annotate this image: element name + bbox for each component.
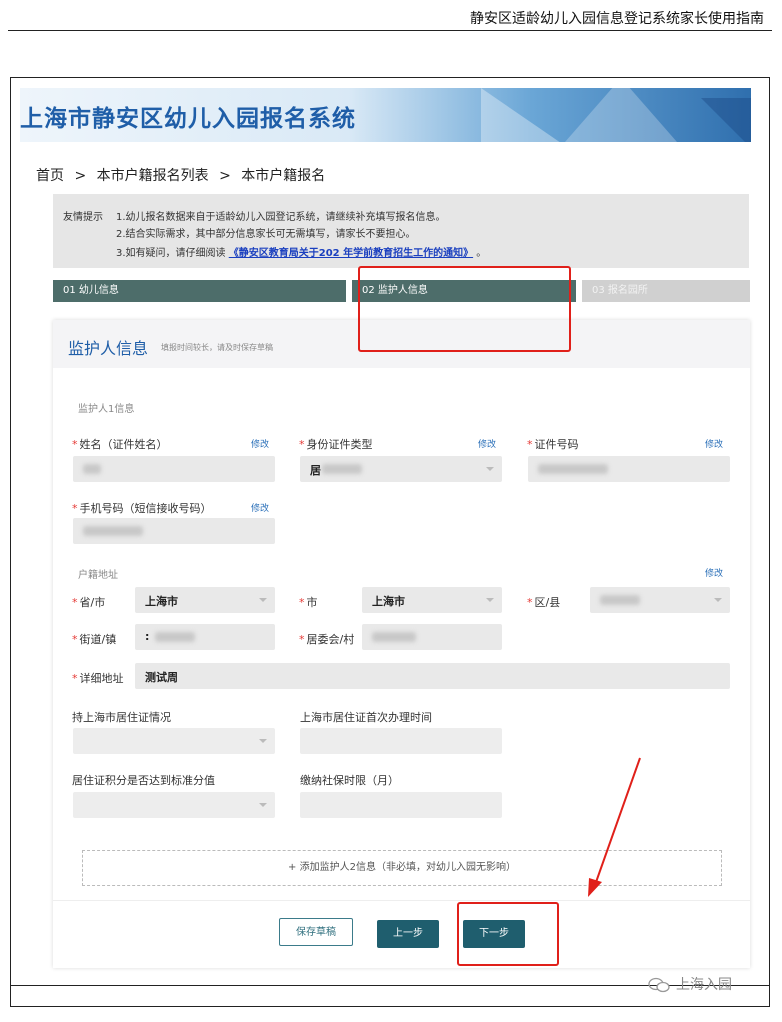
watermark: 上海入园 (648, 974, 732, 994)
arrow-annotation (588, 757, 641, 897)
wechat-icon (648, 977, 670, 993)
arrow-head (588, 878, 602, 897)
arrow-line (594, 757, 641, 886)
watermark-text: 上海入园 (676, 977, 732, 993)
